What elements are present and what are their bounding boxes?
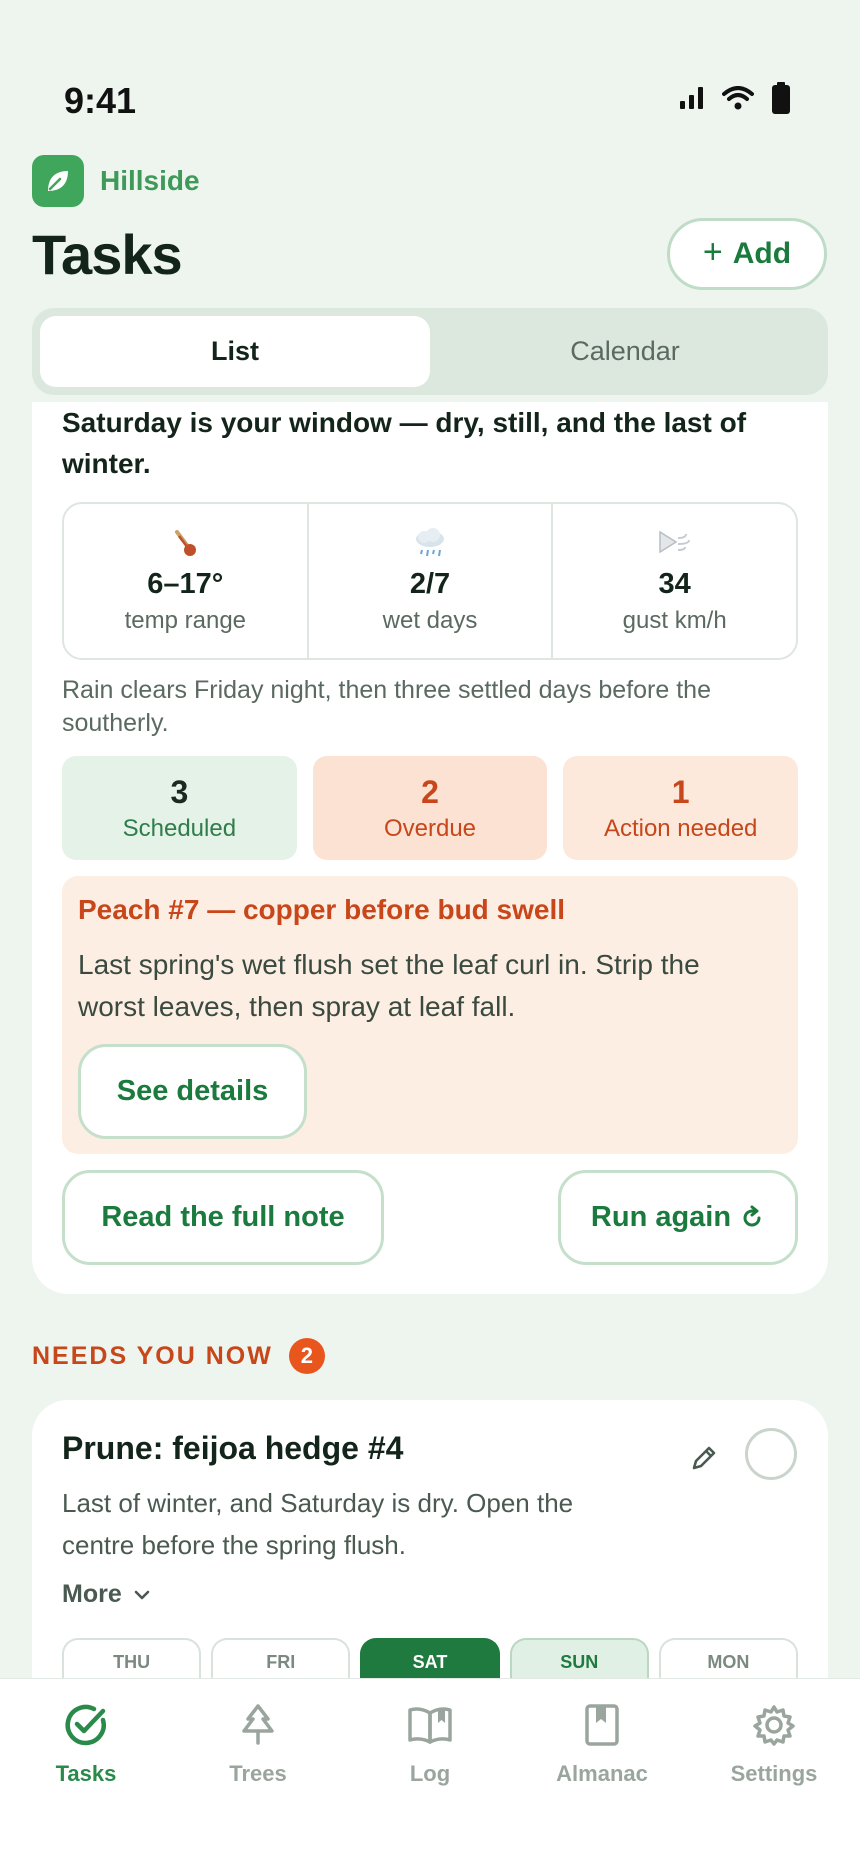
signal-icon	[680, 87, 703, 109]
stat-value: 2/7	[409, 567, 451, 600]
chevron-down-icon	[134, 1590, 150, 1599]
bottom-tab-bar: Tasks Trees Log Almanac Settings	[0, 1678, 860, 1864]
refresh-icon	[743, 1205, 761, 1226]
count-label: Scheduled	[122, 814, 237, 842]
more-toggle[interactable]: More	[62, 1580, 150, 1609]
task-title: Prune: feijoa hedge #4	[62, 1430, 404, 1466]
brand-name: Hillside	[100, 165, 200, 196]
stat-wet-days: 2/7 wet days	[309, 504, 554, 658]
tab-almanac[interactable]: Almanac	[516, 1679, 688, 1864]
count-overdue[interactable]: 2 Overdue	[312, 756, 548, 860]
complete-checkbox[interactable]	[745, 1428, 797, 1480]
rain-cloud-icon	[413, 527, 447, 562]
tab-trees[interactable]: Trees	[172, 1679, 344, 1864]
needs-you-now-header: NEEDS YOU NOW 2	[32, 1338, 325, 1374]
plus-icon: +	[702, 233, 723, 271]
add-button[interactable]: + Add	[667, 218, 827, 290]
alert-body: Last spring's wet flush set the leaf cur…	[78, 949, 700, 1022]
tab-label: Log	[409, 1761, 451, 1786]
alert-callout: Peach #7 — copper before bud swell Last …	[62, 876, 798, 1154]
count-number: 3	[170, 773, 189, 810]
task-counts: 3 Scheduled 2 Overdue 1 Action needed	[62, 756, 799, 860]
view-toggle-calendar[interactable]: Calendar	[430, 316, 820, 387]
edit-button[interactable]	[684, 1438, 724, 1478]
gear-icon	[752, 1697, 796, 1753]
check-circle-icon	[63, 1697, 109, 1753]
run-again-button[interactable]: Run again	[558, 1170, 798, 1265]
wifi-icon	[722, 86, 754, 110]
brand: Hillside	[32, 155, 200, 207]
battery-icon	[772, 82, 790, 114]
task-card[interactable]: Prune: feijoa hedge #4 Last of winter, a…	[32, 1400, 828, 1700]
status-icons	[680, 82, 790, 114]
wind-icon	[658, 528, 692, 562]
view-toggle-list[interactable]: List	[40, 316, 430, 387]
leaf-logo-icon	[32, 155, 84, 207]
count-scheduled[interactable]: 3 Scheduled	[62, 756, 297, 860]
section-title: NEEDS YOU NOW	[32, 1341, 273, 1370]
book-icon	[406, 1697, 454, 1753]
count-number: 1	[671, 773, 690, 810]
stat-temp-range: 6–17° temp range	[64, 504, 309, 658]
thermometer-icon	[171, 528, 199, 562]
stat-value: 34	[658, 567, 691, 600]
bookmark-book-icon	[584, 1697, 620, 1753]
tab-log[interactable]: Log	[344, 1679, 516, 1864]
page-title: Tasks	[32, 223, 183, 286]
run-again-label: Run again	[590, 1201, 732, 1233]
summary-headline: Saturday is your window — dry, still, an…	[62, 407, 747, 479]
tree-icon	[238, 1697, 278, 1753]
tab-settings[interactable]: Settings	[688, 1679, 860, 1864]
forecast-text: Rain clears Friday night, then three set…	[62, 676, 711, 737]
add-button-label: Add	[732, 237, 792, 270]
view-toggle: List Calendar	[32, 308, 828, 395]
stat-label: wet days	[382, 606, 478, 634]
stat-value: 6–17°	[147, 567, 224, 600]
weather-summary-card: Saturday is your window — dry, still, an…	[32, 402, 828, 1294]
tab-tasks[interactable]: Tasks	[0, 1679, 172, 1864]
task-description: Last of winter, and Saturday is dry. Ope…	[62, 1488, 574, 1560]
tab-label: Tasks	[55, 1761, 117, 1786]
read-full-note-button[interactable]: Read the full note	[62, 1170, 384, 1265]
status-bar: 9:41	[0, 0, 860, 150]
stat-label: temp range	[124, 606, 247, 634]
tab-label: Settings	[730, 1761, 818, 1786]
tab-label: Almanac	[556, 1761, 648, 1786]
status-time: 9:41	[64, 80, 137, 121]
count-number: 2	[421, 773, 439, 810]
count-label: Action needed	[603, 814, 758, 842]
alert-title: Peach #7 — copper before bud swell	[78, 894, 566, 925]
tab-label: Trees	[229, 1761, 287, 1786]
count-label: Overdue	[383, 814, 477, 842]
more-label: More	[62, 1580, 122, 1608]
count-action-needed[interactable]: 1 Action needed	[563, 756, 799, 860]
count-badge: 2	[288, 1338, 325, 1374]
stat-label: gust km/h	[622, 606, 727, 634]
weather-stats: 6–17° temp range 2/7 wet days 34 gust km…	[62, 502, 798, 660]
stat-gust: 34 gust km/h	[553, 504, 796, 658]
see-details-button[interactable]: See details	[78, 1044, 307, 1139]
pencil-icon	[692, 1446, 716, 1470]
